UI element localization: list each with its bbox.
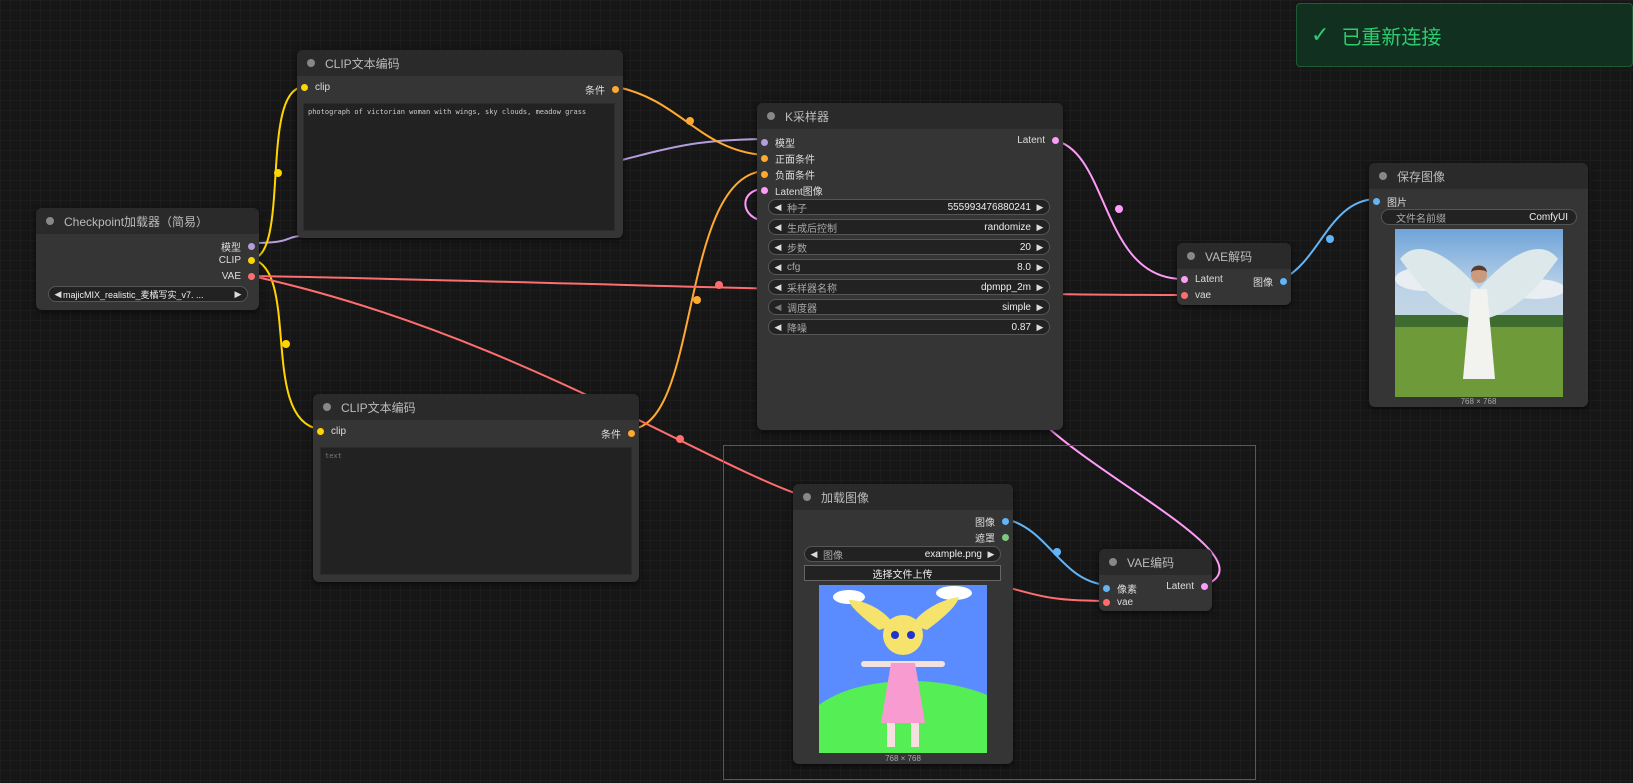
slot-dot[interactable] xyxy=(1280,278,1287,285)
input-slot-negative[interactable]: 负面条件 xyxy=(761,167,815,182)
arrow-right-icon[interactable]: ▶ xyxy=(1035,282,1045,293)
collapse-dot[interactable] xyxy=(1187,252,1195,260)
slot-dot[interactable] xyxy=(317,428,324,435)
node-clip-text-encode-negative[interactable]: CLIP文本编码 clip 条件 text xyxy=(313,394,639,582)
arrow-left-icon[interactable]: ◀ xyxy=(773,322,783,333)
output-slot-clip[interactable]: CLIP xyxy=(219,255,255,266)
arrow-left-icon[interactable]: ◀ xyxy=(773,282,783,293)
arrow-right-icon[interactable]: ▶ xyxy=(1035,242,1045,253)
node-header[interactable]: K采样器 xyxy=(757,103,1063,129)
link-clip-neg-midpoint xyxy=(282,340,290,348)
arrow-right-icon[interactable]: ▶ xyxy=(233,289,243,300)
node-title: CLIP文本编码 xyxy=(341,400,416,415)
node-title: CLIP文本编码 xyxy=(325,56,400,71)
output-slot-conditioning[interactable]: 条件 xyxy=(601,426,635,441)
ckpt-name-combo[interactable]: ◀ majicMIX_realistic_麦橘写实_v7. ... ▶ xyxy=(48,286,248,302)
angel-woman-image xyxy=(1395,229,1563,397)
input-slot-positive[interactable]: 正面条件 xyxy=(761,151,815,166)
collapse-dot[interactable] xyxy=(1379,172,1387,180)
input-slot-model[interactable]: 模型 xyxy=(761,135,795,150)
node-save-image[interactable]: 保存图像 图片 文件名前缀 ComfyUI 768 × 768 xyxy=(1369,163,1588,407)
link-cond-pos-midpoint xyxy=(686,117,694,125)
output-image-preview[interactable] xyxy=(1395,229,1563,397)
slot-dot[interactable] xyxy=(248,273,255,280)
link-cond-neg-midpoint xyxy=(693,296,701,304)
node-title: K采样器 xyxy=(785,109,830,124)
link-image-save-midpoint xyxy=(1326,235,1334,243)
input-slot-latent-image[interactable]: Latent图像 xyxy=(761,183,823,198)
arrow-left-icon[interactable]: ◀ xyxy=(773,302,783,313)
input-slot-latent[interactable]: Latent xyxy=(1181,274,1223,285)
output-slot-model[interactable]: 模型 xyxy=(221,239,255,254)
node-checkpoint-loader[interactable]: Checkpoint加载器（简易） 模型 CLIP VAE ◀ majicMIX… xyxy=(36,208,259,310)
collapse-dot[interactable] xyxy=(323,403,331,411)
scheduler-widget[interactable]: ◀ 调度器 simple ▶ xyxy=(768,299,1050,315)
input-slot-clip[interactable]: clip xyxy=(317,426,346,437)
output-slot-latent[interactable]: Latent xyxy=(1017,135,1059,146)
slot-dot[interactable] xyxy=(301,84,308,91)
node-title: VAE解码 xyxy=(1205,249,1253,264)
denoise-widget[interactable]: ◀ 降噪 0.87 ▶ xyxy=(768,319,1050,335)
node-header[interactable]: 保存图像 xyxy=(1369,163,1588,189)
selection-rectangle xyxy=(723,445,1256,780)
slot-dot[interactable] xyxy=(1181,292,1188,299)
arrow-left-icon[interactable]: ◀ xyxy=(773,242,783,253)
slot-dot[interactable] xyxy=(1181,276,1188,283)
input-slot-clip[interactable]: clip xyxy=(301,82,330,93)
image-size-caption: 768 × 768 xyxy=(1460,397,1497,406)
node-header[interactable]: CLIP文本编码 xyxy=(297,50,623,76)
output-slot-image[interactable]: 图像 xyxy=(1253,274,1287,289)
arrow-left-icon[interactable]: ◀ xyxy=(773,262,783,273)
slot-dot[interactable] xyxy=(761,171,768,178)
node-header[interactable]: Checkpoint加载器（简易） xyxy=(36,208,259,234)
steps-widget[interactable]: ◀ 步数 20 ▶ xyxy=(768,239,1050,255)
slot-dot[interactable] xyxy=(761,155,768,162)
arrow-right-icon[interactable]: ▶ xyxy=(1035,262,1045,273)
arrow-left-icon[interactable]: ◀ xyxy=(773,222,783,233)
node-title: 保存图像 xyxy=(1397,169,1446,184)
arrow-left-icon[interactable]: ◀ xyxy=(53,289,63,300)
arrow-left-icon[interactable]: ◀ xyxy=(773,202,783,213)
slot-dot[interactable] xyxy=(628,430,635,437)
toast-text: 已重新连接 xyxy=(1341,26,1442,49)
reconnected-toast: ✓ 已重新连接 xyxy=(1296,3,1633,67)
arrow-right-icon[interactable]: ▶ xyxy=(1035,302,1045,313)
input-slot-vae[interactable]: vae xyxy=(1181,290,1211,301)
arrow-right-icon[interactable]: ▶ xyxy=(1035,222,1045,233)
output-slot-conditioning[interactable]: 条件 xyxy=(585,82,619,97)
arrow-right-icon[interactable]: ▶ xyxy=(1035,202,1045,213)
cfg-widget[interactable]: ◀ cfg 8.0 ▶ xyxy=(768,259,1050,275)
slot-dot[interactable] xyxy=(1052,137,1059,144)
arrow-right-icon[interactable]: ▶ xyxy=(1035,322,1045,333)
sampler-name-widget[interactable]: ◀ 采样器名称 dpmpp_2m ▶ xyxy=(768,279,1050,295)
filename-prefix-widget[interactable]: 文件名前缀 ComfyUI xyxy=(1381,209,1577,225)
link-model-ksampler xyxy=(621,138,764,161)
node-ksampler[interactable]: K采样器 模型 正面条件 负面条件 Latent图像 Latent ◀ 种子 555… xyxy=(757,103,1063,430)
slot-dot[interactable] xyxy=(248,257,255,264)
node-title: Checkpoint加载器（简易） xyxy=(64,214,209,229)
slot-dot[interactable] xyxy=(761,187,768,194)
seed-widget[interactable]: ◀ 种子 555993476880241 ▶ xyxy=(768,199,1050,215)
check-icon: ✓ xyxy=(1311,22,1330,47)
slot-dot[interactable] xyxy=(612,86,619,93)
prompt-textarea[interactable]: photograph of victorian woman with wings… xyxy=(303,103,615,231)
input-slot-images[interactable]: 图片 xyxy=(1373,194,1407,209)
node-clip-text-encode-positive[interactable]: CLIP文本编码 clip 条件 photograph of victorian… xyxy=(297,50,623,238)
link-clip-pos-midpoint xyxy=(274,169,282,177)
collapse-dot[interactable] xyxy=(307,59,315,67)
node-header[interactable]: VAE解码 xyxy=(1177,243,1291,269)
collapse-dot[interactable] xyxy=(46,217,54,225)
prompt-textarea[interactable]: text xyxy=(320,447,632,575)
link-latent-decode-midpoint xyxy=(1115,205,1123,213)
node-vae-decode[interactable]: VAE解码 Latent vae 图像 xyxy=(1177,243,1291,305)
collapse-dot[interactable] xyxy=(767,112,775,120)
slot-dot[interactable] xyxy=(1373,198,1380,205)
control-after-generate-widget[interactable]: ◀ 生成后控制 randomize ▶ xyxy=(768,219,1050,235)
link-vae-encode-midpoint xyxy=(676,435,684,443)
node-header[interactable]: CLIP文本编码 xyxy=(313,394,639,420)
link-vae-decode-midpoint xyxy=(715,281,723,289)
slot-dot[interactable] xyxy=(248,243,255,250)
slot-dot[interactable] xyxy=(761,139,768,146)
output-slot-vae[interactable]: VAE xyxy=(222,271,255,282)
